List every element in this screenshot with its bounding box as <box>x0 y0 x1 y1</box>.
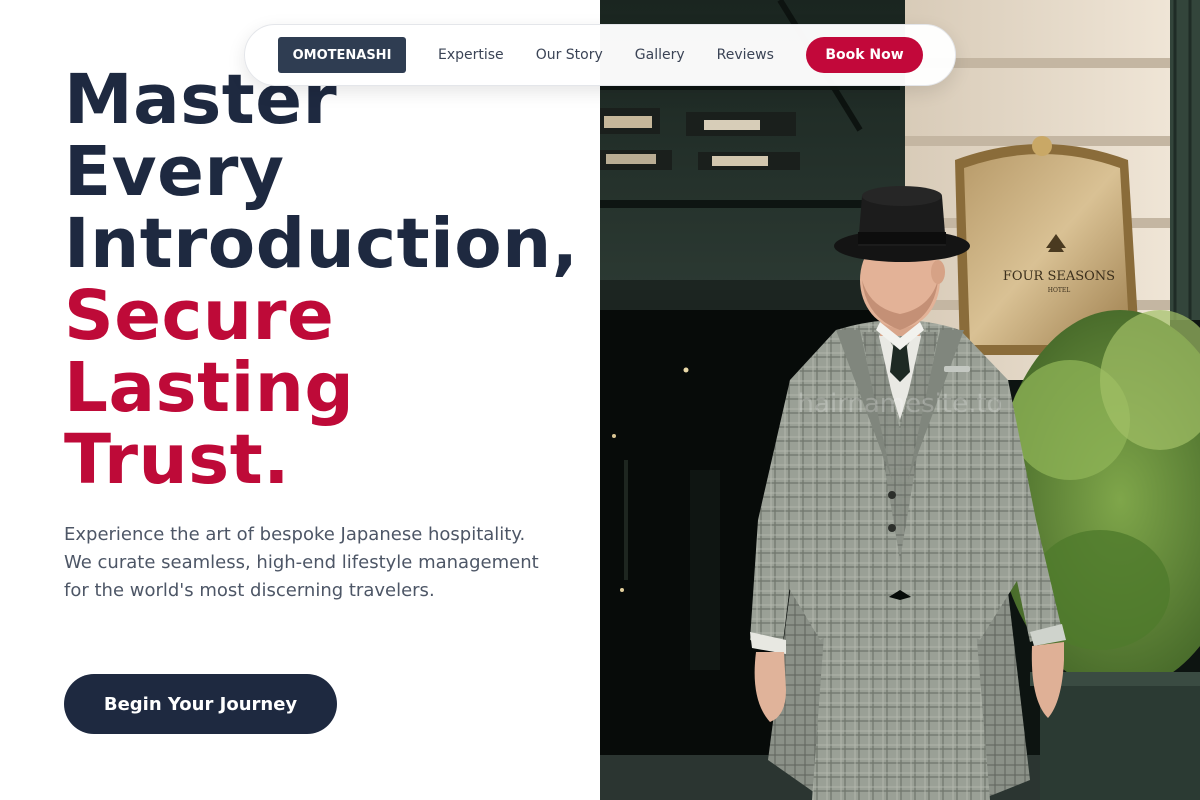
hero-description: Experience the art of bespoke Japanese h… <box>64 524 539 601</box>
hero-photo: FOUR SEASONS HOTEL hairnamesite.to <box>600 0 1200 800</box>
begin-journey-button[interactable]: Begin Your Journey <box>64 674 337 734</box>
nav-link-gallery[interactable]: Gallery <box>635 47 685 63</box>
title-line-2: Every <box>64 132 285 212</box>
landing-page: FOUR SEASONS HOTEL hairnamesite.to Maste… <box>0 0 1200 800</box>
nav-link-our-story[interactable]: Our Story <box>536 47 603 63</box>
brand-logo[interactable]: OMOTENASHI <box>278 37 406 73</box>
photo-watermark: hairnamesite.to <box>798 389 1003 419</box>
book-now-button[interactable]: Book Now <box>806 37 923 73</box>
title-line-5: Lasting <box>64 348 355 428</box>
nav-link-reviews[interactable]: Reviews <box>717 47 774 63</box>
plaque-subtext: HOTEL <box>1048 287 1071 294</box>
plaque-text: FOUR SEASONS <box>1003 269 1115 284</box>
doorman-photo-illustration: FOUR SEASONS HOTEL hairnamesite.to <box>600 0 1200 800</box>
hero-title: Master Every Introduction, Secure Lastin… <box>64 64 579 496</box>
nav-links: Expertise Our Story Gallery Reviews <box>438 25 774 85</box>
top-nav: OMOTENASHI Expertise Our Story Gallery R… <box>244 24 956 86</box>
nav-link-expertise[interactable]: Expertise <box>438 47 504 63</box>
title-line-6: Trust. <box>64 420 290 500</box>
title-line-4: Secure <box>64 276 335 356</box>
title-line-3: Introduction, <box>64 204 579 284</box>
